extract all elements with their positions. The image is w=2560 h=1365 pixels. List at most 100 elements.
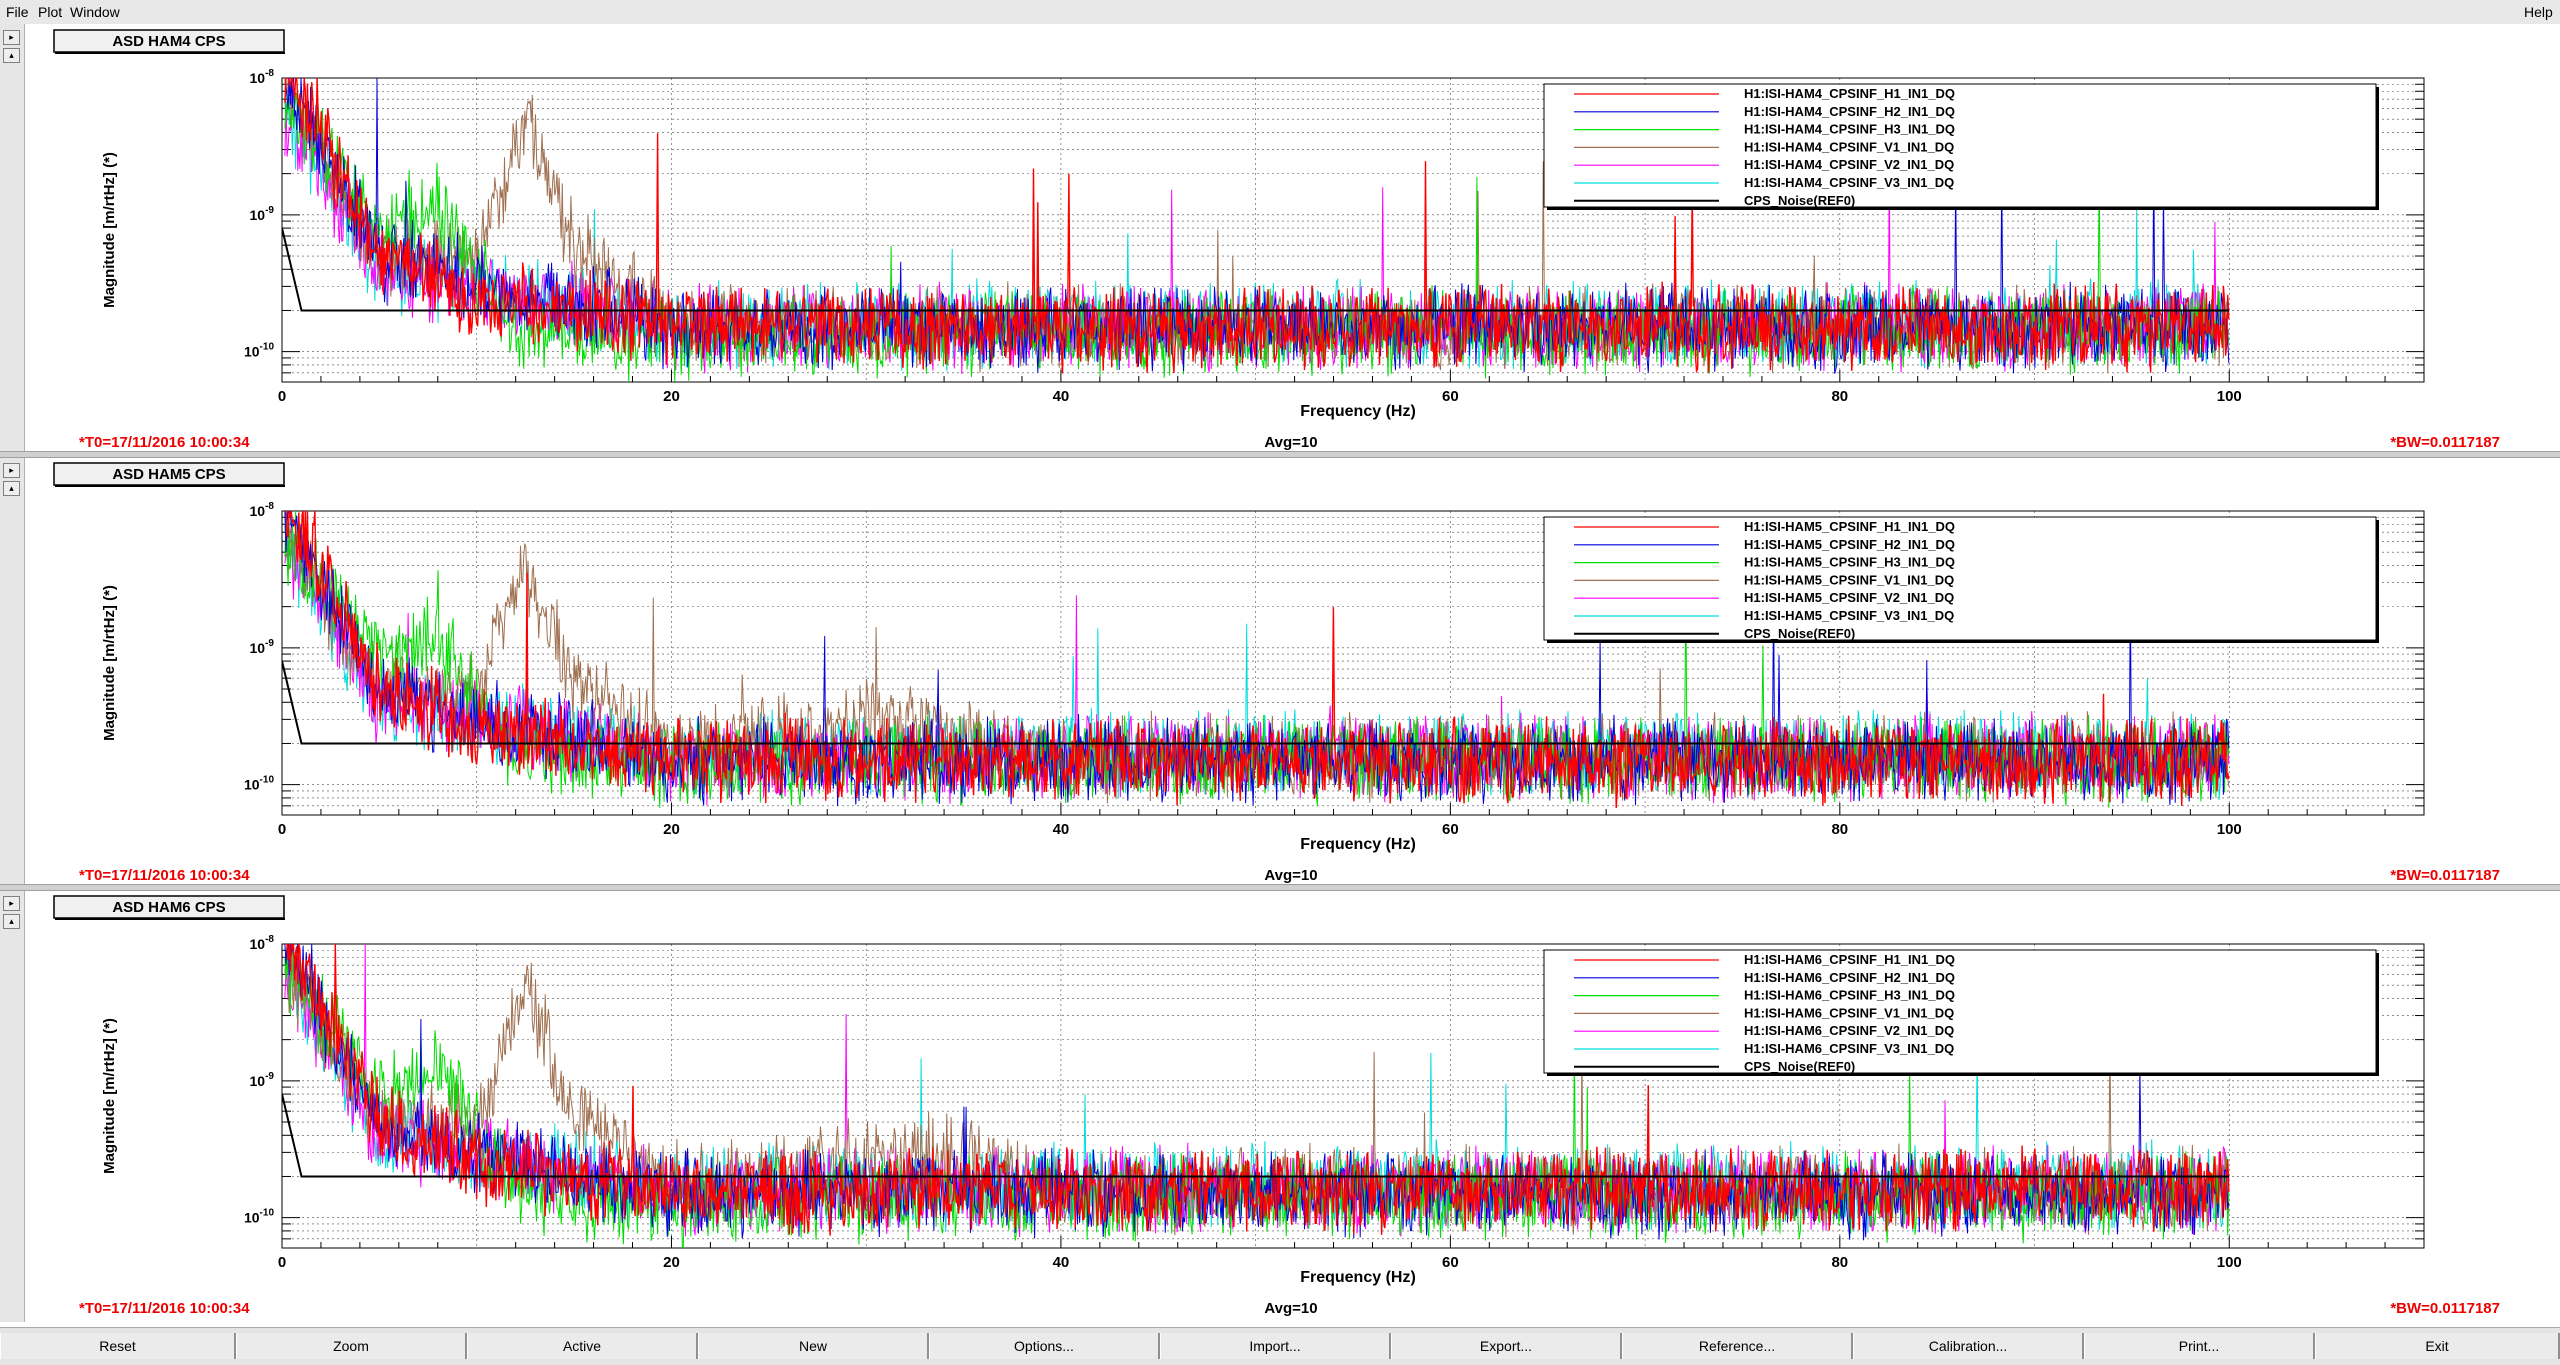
pane-splitter[interactable] [0, 884, 2560, 891]
button-bar: Reset Zoom Active New Options... Import.… [0, 1327, 2560, 1365]
x-axis-label: Frequency (Hz) [1300, 403, 1416, 420]
legend: H1:ISI-HAM5_CPSINF_H1_IN1_DQ H1:ISI-HAM5_… [1543, 516, 2379, 643]
zoom-button[interactable]: Zoom [236, 1333, 467, 1359]
expand-arrow-icon[interactable]: ▸ [3, 463, 20, 478]
active-button[interactable]: Active [467, 1333, 698, 1359]
pane-splitter[interactable] [0, 451, 2560, 458]
x-tick-label: 0 [278, 821, 286, 838]
legend-entry: H1:ISI-HAM5_CPSINF_V1_IN1_DQ [1744, 572, 1954, 587]
y-tick-label: 10-8 [250, 501, 275, 519]
x-tick-label: 80 [1831, 821, 1848, 838]
plot-title: ASD HAM5 CPS [112, 466, 225, 483]
expand-arrow-icon[interactable]: ▸ [3, 30, 20, 45]
legend-entry: H1:ISI-HAM4_CPSINF_V3_IN1_DQ [1744, 175, 1954, 190]
pane-side-strip: ▸ ▴ [0, 24, 25, 456]
plot-pane: ▸ ▴ ASD HAM6 CPS 0 20 40 60 80 100 10-8 10-9 10-10 H… [0, 890, 2560, 1322]
plot-pane: ▸ ▴ ASD HAM5 CPS 0 20 40 60 80 100 10-8 10-9 10-10 H… [0, 457, 2560, 889]
y-tick-label: 10-10 [244, 1208, 274, 1226]
y-axis-label: Magnitude [m/rtHz] (*) [101, 152, 118, 308]
legend-entry: H1:ISI-HAM6_CPSINF_H2_IN1_DQ [1744, 970, 1955, 985]
x-tick-label: 20 [663, 1254, 680, 1271]
legend-entry: H1:ISI-HAM5_CPSINF_V2_IN1_DQ [1744, 590, 1954, 605]
menu-window[interactable]: Window [70, 4, 120, 20]
legend-entry: H1:ISI-HAM4_CPSINF_H2_IN1_DQ [1744, 104, 1955, 119]
legend-entry: H1:ISI-HAM6_CPSINF_V1_IN1_DQ [1744, 1005, 1954, 1020]
legend-entry: H1:ISI-HAM5_CPSINF_H1_IN1_DQ [1744, 519, 1955, 534]
import-button[interactable]: Import... [1160, 1333, 1391, 1359]
x-tick-label: 80 [1831, 1254, 1848, 1271]
asd-plot[interactable]: ASD HAM6 CPS 0 20 40 60 80 100 10-8 10-9 10-10 H1:… [24, 890, 2560, 1322]
reference-button[interactable]: Reference... [1622, 1333, 1853, 1359]
y-tick-label: 10-9 [250, 638, 275, 656]
y-axis-label: Magnitude [m/rtHz] (*) [101, 1018, 118, 1174]
plot-title: ASD HAM6 CPS [112, 899, 225, 916]
t0-label: *T0=17/11/2016 10:00:34 [79, 867, 250, 884]
bw-label: *BW=0.0117187 [2390, 1300, 2500, 1317]
y-tick-label: 10-8 [250, 934, 275, 952]
collapse-arrow-icon[interactable]: ▴ [3, 48, 20, 63]
x-tick-label: 20 [663, 821, 680, 838]
menu-plot[interactable]: Plot [38, 4, 62, 20]
legend-entry: CPS_Noise(REF0) [1744, 1059, 1855, 1074]
legend-entry: H1:ISI-HAM4_CPSINF_V1_IN1_DQ [1744, 139, 1954, 154]
x-tick-label: 80 [1831, 388, 1848, 405]
t0-label: *T0=17/11/2016 10:00:34 [79, 1300, 250, 1317]
legend-entry: H1:ISI-HAM4_CPSINF_H3_IN1_DQ [1744, 122, 1955, 137]
y-tick-label: 10-10 [244, 775, 274, 793]
avg-label: Avg=10 [1264, 1300, 1317, 1317]
x-axis-label: Frequency (Hz) [1300, 836, 1416, 853]
x-tick-label: 40 [1053, 388, 1070, 405]
legend-entry: H1:ISI-HAM4_CPSINF_V2_IN1_DQ [1744, 157, 1954, 172]
legend-entry: CPS_Noise(REF0) [1744, 626, 1855, 641]
legend-entry: H1:ISI-HAM6_CPSINF_V2_IN1_DQ [1744, 1023, 1954, 1038]
legend-entry: H1:ISI-HAM5_CPSINF_H3_IN1_DQ [1744, 555, 1955, 570]
avg-label: Avg=10 [1264, 434, 1317, 451]
bw-label: *BW=0.0117187 [2390, 867, 2500, 884]
plot-pane: ▸ ▴ ASD HAM4 CPS 0 20 40 60 80 100 10-8 10-9 10-10 H… [0, 24, 2560, 456]
y-axis-label: Magnitude [m/rtHz] (*) [101, 585, 118, 741]
calibration-button[interactable]: Calibration... [1853, 1333, 2084, 1359]
plot-panes: ▸ ▴ ASD HAM4 CPS 0 20 40 60 80 100 10-8 10-9 10-10 H… [0, 24, 2560, 1326]
plot-title: ASD HAM4 CPS [112, 33, 225, 50]
x-tick-label: 40 [1053, 821, 1070, 838]
legend-entry: CPS_Noise(REF0) [1744, 193, 1855, 208]
pane-side-strip: ▸ ▴ [0, 890, 25, 1322]
avg-label: Avg=10 [1264, 867, 1317, 884]
y-tick-label: 10-9 [250, 205, 275, 223]
collapse-arrow-icon[interactable]: ▴ [3, 481, 20, 496]
legend-entry: H1:ISI-HAM6_CPSINF_H1_IN1_DQ [1744, 952, 1955, 967]
y-tick-label: 10-8 [250, 68, 275, 86]
menu-help[interactable]: Help [2524, 4, 2553, 20]
x-tick-label: 100 [2217, 388, 2242, 405]
menu-bar: File Plot Window Help [0, 0, 2560, 25]
legend-entry: H1:ISI-HAM6_CPSINF_V3_IN1_DQ [1744, 1041, 1954, 1056]
x-tick-label: 0 [278, 1254, 286, 1271]
x-tick-label: 60 [1442, 821, 1459, 838]
bw-label: *BW=0.0117187 [2390, 434, 2500, 451]
expand-arrow-icon[interactable]: ▸ [3, 896, 20, 911]
x-axis-label: Frequency (Hz) [1300, 1269, 1416, 1286]
asd-plot[interactable]: ASD HAM5 CPS 0 20 40 60 80 100 10-8 10-9 10-10 H1:… [24, 457, 2560, 889]
print-button[interactable]: Print... [2084, 1333, 2315, 1359]
menu-file[interactable]: File [6, 4, 29, 20]
t0-label: *T0=17/11/2016 10:00:34 [79, 434, 250, 451]
x-tick-label: 20 [663, 388, 680, 405]
reset-button[interactable]: Reset [0, 1333, 236, 1359]
y-tick-label: 10-9 [250, 1071, 275, 1089]
legend-entry: H1:ISI-HAM5_CPSINF_V3_IN1_DQ [1744, 608, 1954, 623]
legend-entry: H1:ISI-HAM4_CPSINF_H1_IN1_DQ [1744, 86, 1955, 101]
exit-button[interactable]: Exit [2315, 1333, 2560, 1359]
legend-entry: H1:ISI-HAM5_CPSINF_H2_IN1_DQ [1744, 537, 1955, 552]
export-button[interactable]: Export... [1391, 1333, 1622, 1359]
legend: H1:ISI-HAM4_CPSINF_H1_IN1_DQ H1:ISI-HAM4_… [1543, 83, 2379, 210]
asd-plot[interactable]: ASD HAM4 CPS 0 20 40 60 80 100 10-8 10-9 10-10 H1:… [24, 24, 2560, 456]
options-button[interactable]: Options... [929, 1333, 1160, 1359]
x-tick-label: 60 [1442, 1254, 1459, 1271]
new-button[interactable]: New [698, 1333, 929, 1359]
x-tick-label: 100 [2217, 1254, 2242, 1271]
pane-side-strip: ▸ ▴ [0, 457, 25, 889]
collapse-arrow-icon[interactable]: ▴ [3, 914, 20, 929]
x-tick-label: 100 [2217, 821, 2242, 838]
legend-entry: H1:ISI-HAM6_CPSINF_H3_IN1_DQ [1744, 988, 1955, 1003]
x-tick-label: 40 [1053, 1254, 1070, 1271]
